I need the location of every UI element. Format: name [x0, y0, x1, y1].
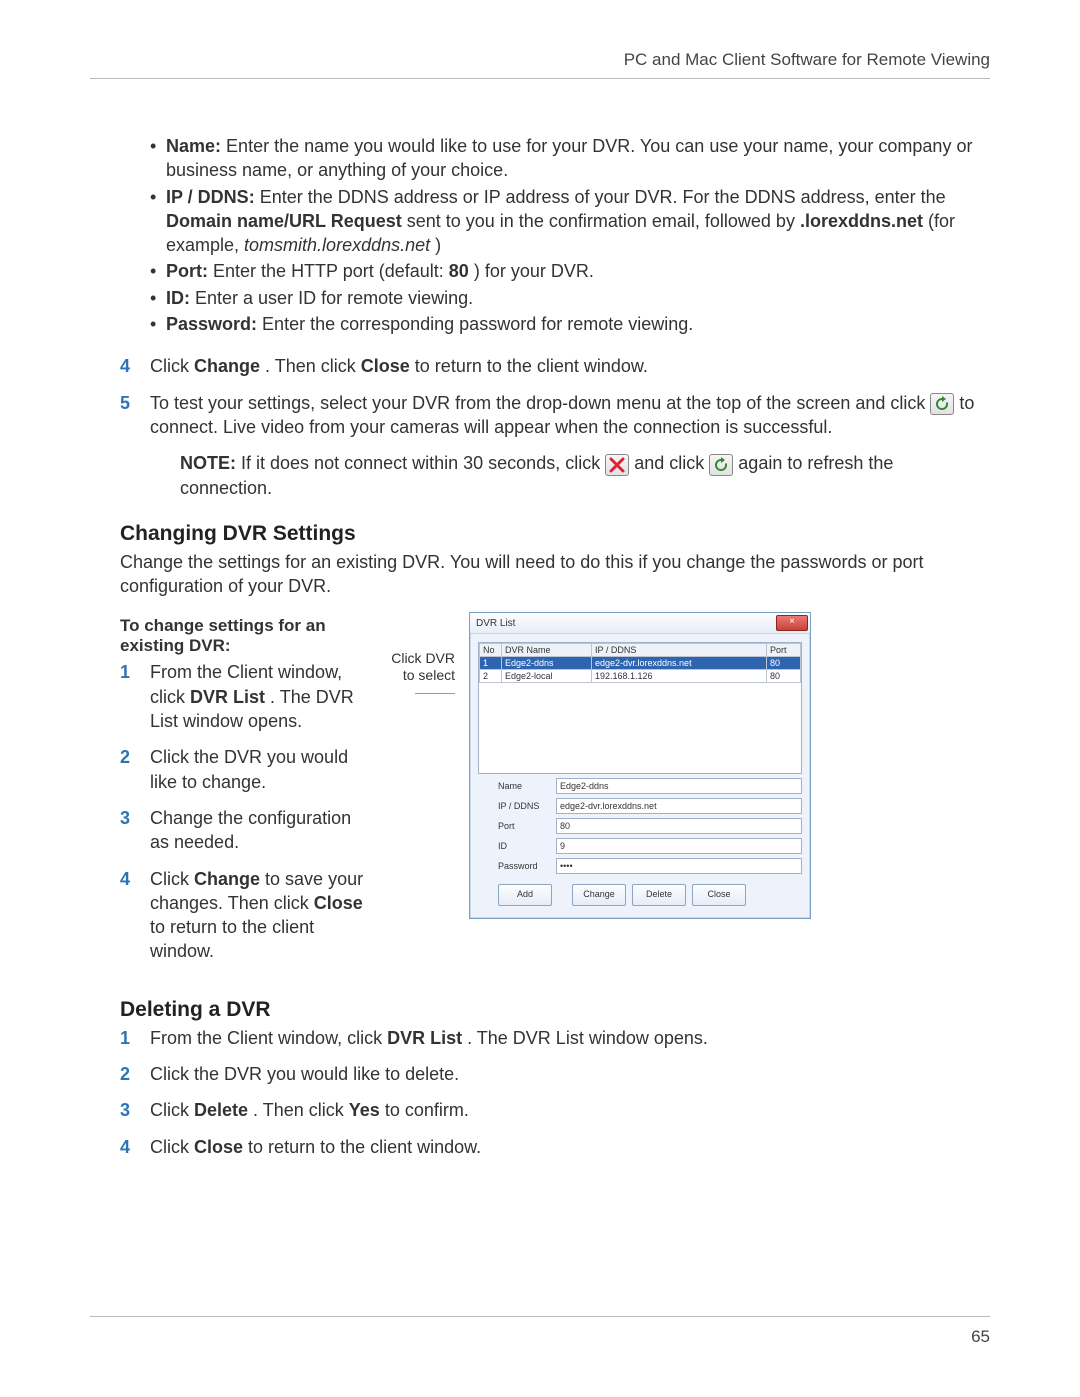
- field-label: ID:: [166, 288, 190, 308]
- step-number: 3: [120, 806, 130, 830]
- changing-step-1: 1 From the Client window, click DVR List…: [90, 660, 370, 733]
- step-number: 3: [120, 1098, 130, 1122]
- changing-subhead: To change settings for an existing DVR:: [120, 616, 370, 656]
- step-number: 1: [120, 660, 130, 684]
- add-button[interactable]: Add: [498, 884, 552, 906]
- port-input[interactable]: 80: [556, 818, 802, 834]
- step-number: 4: [120, 867, 130, 891]
- field-def-id: ID: Enter a user ID for remote viewing.: [150, 286, 990, 310]
- window-title-text: DVR List: [476, 618, 515, 629]
- window-button-row: Add Change Delete Close: [498, 884, 802, 906]
- col-name: DVR Name: [502, 644, 592, 657]
- page-number: 65: [971, 1327, 990, 1346]
- col-port: Port: [767, 644, 801, 657]
- refresh-icon: [930, 393, 954, 415]
- col-ip: IP / DDNS: [592, 644, 767, 657]
- step-4: 4 Click Change . Then click Close to ret…: [90, 354, 990, 378]
- deleting-step-3: 3 Click Delete . Then click Yes to confi…: [90, 1098, 990, 1122]
- form-label: Name: [498, 781, 556, 791]
- step-5: 5 To test your settings, select your DVR…: [90, 391, 990, 440]
- table-header-row: No DVR Name IP / DDNS Port: [480, 644, 801, 657]
- refresh-icon: [709, 454, 733, 476]
- form-label: IP / DDNS: [498, 801, 556, 811]
- dvr-list-window: DVR List × No DVR Name IP / DDNS Port: [469, 612, 811, 919]
- dvr-table-wrapper: No DVR Name IP / DDNS Port 1 Edge2-ddns …: [478, 642, 802, 774]
- form-row-name: Name Edge2-ddns: [498, 778, 802, 794]
- field-label: IP / DDNS:: [166, 187, 255, 207]
- deleting-step-4: 4 Click Close to return to the client wi…: [90, 1135, 990, 1159]
- field-definitions-list: Name: Enter the name you would like to u…: [150, 134, 990, 336]
- page-header: PC and Mac Client Software for Remote Vi…: [90, 50, 990, 79]
- form-row-id: ID 9: [498, 838, 802, 854]
- change-button[interactable]: Change: [572, 884, 626, 906]
- name-input[interactable]: Edge2-ddns: [556, 778, 802, 794]
- field-def-port: Port: Enter the HTTP port (default: 80 )…: [150, 259, 990, 283]
- window-titlebar: DVR List ×: [470, 613, 810, 634]
- window-close-button[interactable]: ×: [776, 615, 808, 631]
- delete-button[interactable]: Delete: [632, 884, 686, 906]
- form-row-password: Password ••••: [498, 858, 802, 874]
- changing-step-3: 3 Change the configuration as needed.: [90, 806, 370, 855]
- field-label: Port:: [166, 261, 208, 281]
- note-label: NOTE:: [180, 453, 236, 473]
- step-number: 2: [120, 1062, 130, 1086]
- window-body: No DVR Name IP / DDNS Port 1 Edge2-ddns …: [470, 634, 810, 918]
- changing-intro: Change the settings for an existing DVR.…: [120, 550, 990, 599]
- form-label: Port: [498, 821, 556, 831]
- changing-step-2: 2 Click the DVR you would like to change…: [90, 745, 370, 794]
- field-def-name: Name: Enter the name you would like to u…: [150, 134, 990, 183]
- table-row[interactable]: 2 Edge2-local 192.168.1.126 80: [480, 670, 801, 683]
- disconnect-icon: [605, 454, 629, 476]
- dvr-table: No DVR Name IP / DDNS Port 1 Edge2-ddns …: [479, 643, 801, 683]
- note-block: NOTE: If it does not connect within 30 s…: [180, 451, 990, 500]
- close-button[interactable]: Close: [692, 884, 746, 906]
- field-def-ipddns: IP / DDNS: Enter the DDNS address or IP …: [150, 185, 990, 258]
- ipddns-input[interactable]: edge2-dvr.lorexddns.net: [556, 798, 802, 814]
- field-label: Password:: [166, 314, 257, 334]
- heading-changing-dvr-settings: Changing DVR Settings: [120, 522, 990, 546]
- form-row-ip: IP / DDNS edge2-dvr.lorexddns.net: [498, 798, 802, 814]
- page-footer: 65: [90, 1316, 990, 1347]
- field-text: Enter the name you would like to use for…: [166, 136, 972, 180]
- step-number: 1: [120, 1026, 130, 1050]
- step-number: 2: [120, 745, 130, 769]
- form-row-port: Port 80: [498, 818, 802, 834]
- deleting-step-2: 2 Click the DVR you would like to delete…: [90, 1062, 990, 1086]
- field-def-password: Password: Enter the corresponding passwo…: [150, 312, 990, 336]
- col-no: No: [480, 644, 502, 657]
- table-row[interactable]: 1 Edge2-ddns edge2-dvr.lorexddns.net 80: [480, 657, 801, 670]
- id-input[interactable]: 9: [556, 838, 802, 854]
- field-label: Name:: [166, 136, 221, 156]
- step-number: 5: [120, 391, 130, 415]
- step-number: 4: [120, 1135, 130, 1159]
- form-label: ID: [498, 841, 556, 851]
- changing-two-column: To change settings for an existing DVR: …: [90, 610, 990, 975]
- heading-deleting-a-dvr: Deleting a DVR: [120, 998, 990, 1022]
- annotation-click-dvr: Click DVR to select: [380, 610, 459, 700]
- deleting-step-1: 1 From the Client window, click DVR List…: [90, 1026, 990, 1050]
- password-input[interactable]: ••••: [556, 858, 802, 874]
- changing-step-4: 4 Click Change to save your changes. The…: [90, 867, 370, 964]
- step-number: 4: [120, 354, 130, 378]
- form-label: Password: [498, 861, 556, 871]
- changing-left-column: To change settings for an existing DVR: …: [90, 610, 370, 975]
- page: PC and Mac Client Software for Remote Vi…: [0, 0, 1080, 1397]
